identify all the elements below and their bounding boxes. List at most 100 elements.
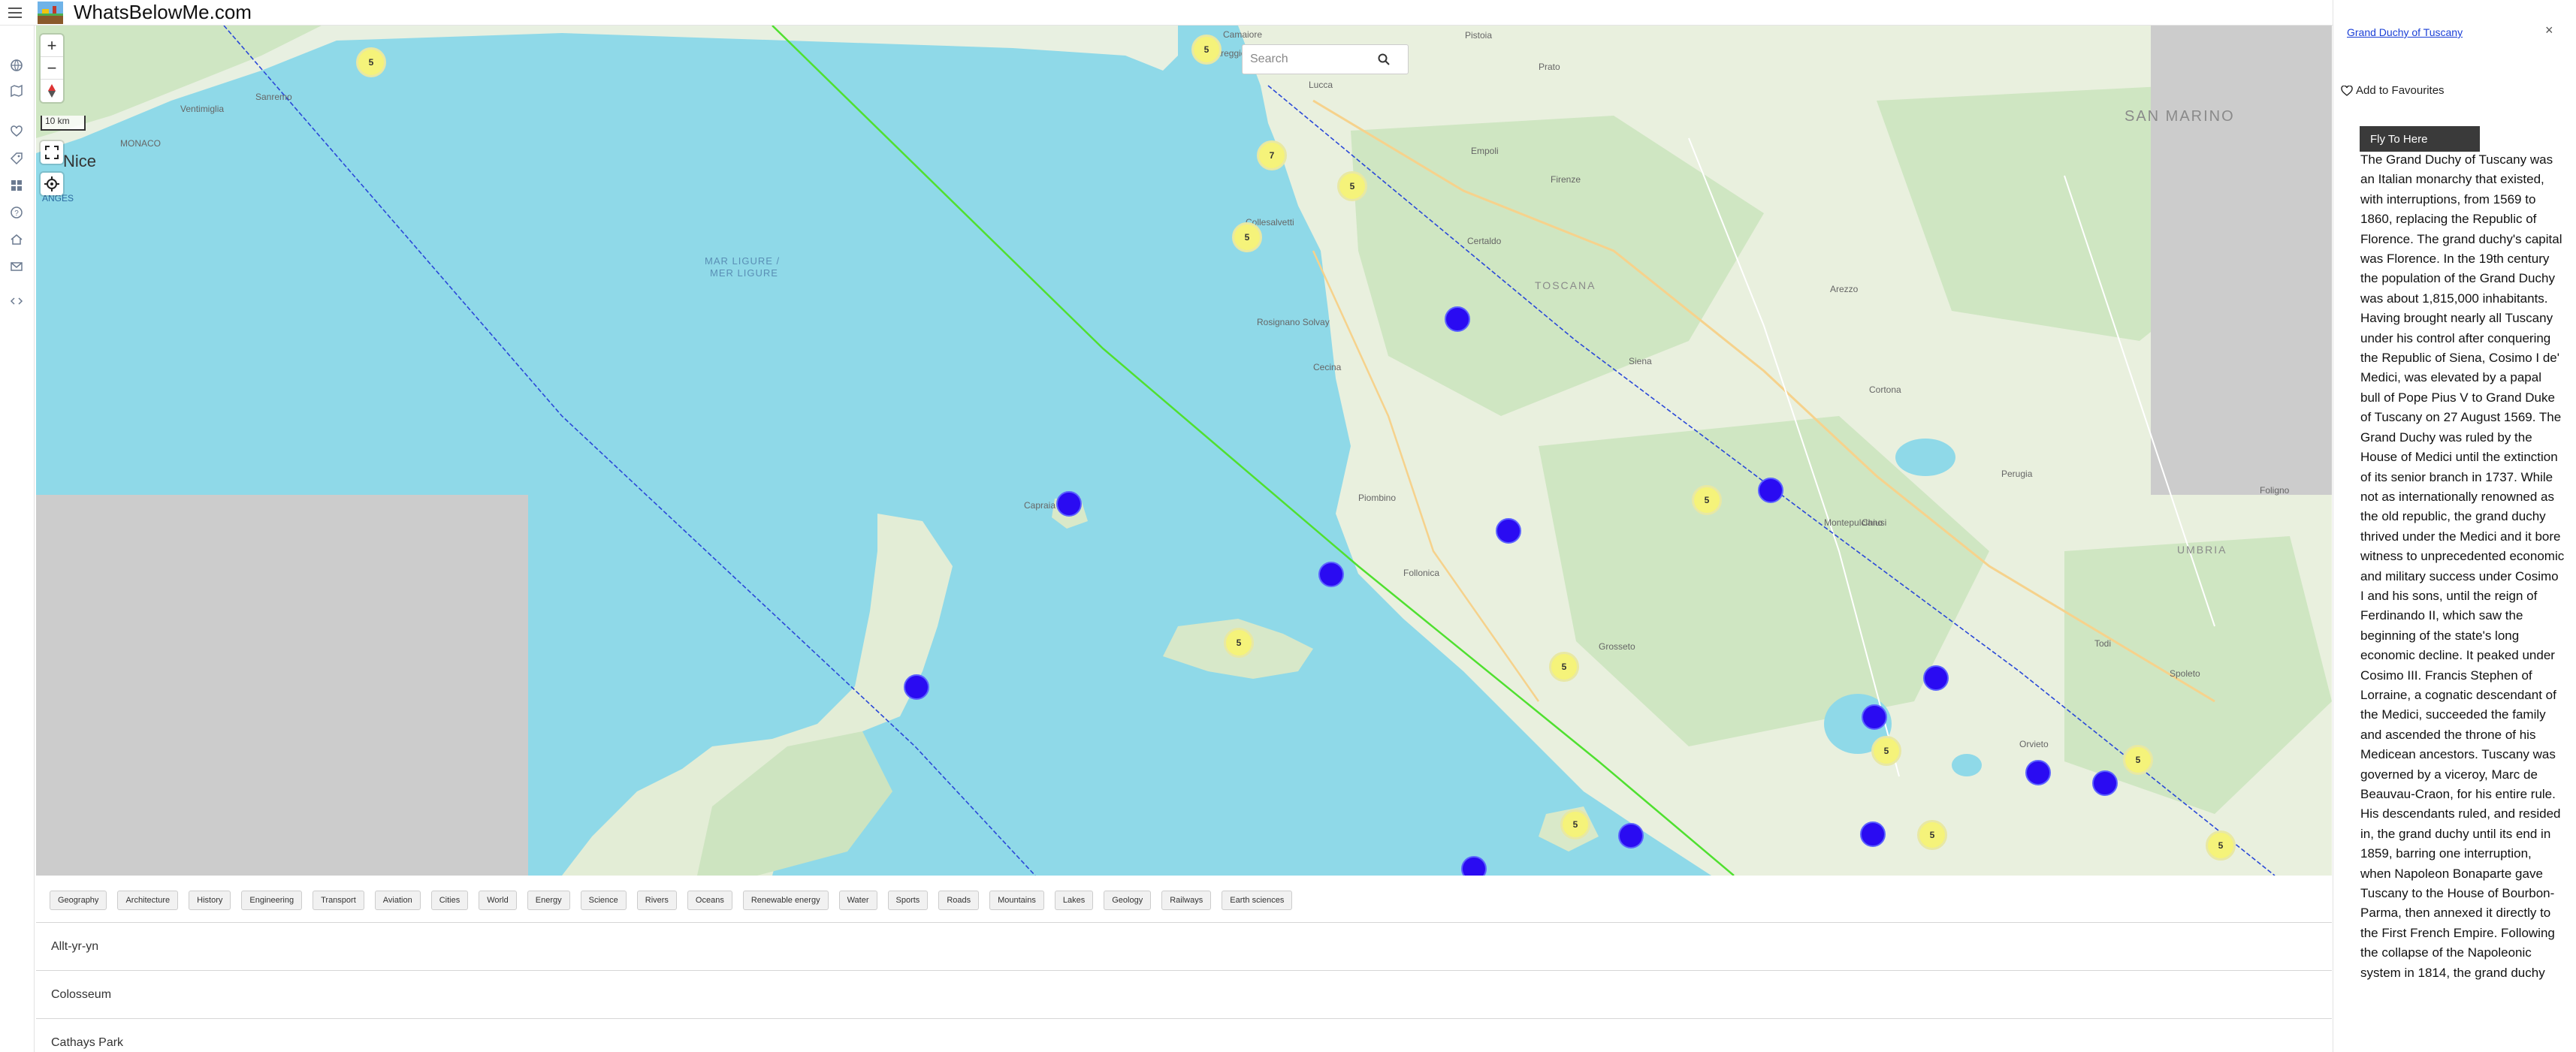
place-marker[interactable] — [904, 674, 929, 700]
map-icon[interactable] — [8, 83, 25, 99]
search-icon[interactable] — [1378, 53, 1390, 65]
cluster-marker[interactable]: 7 — [1257, 140, 1287, 170]
svg-text:?: ? — [14, 209, 19, 218]
place-marker[interactable] — [1056, 491, 1082, 517]
label-chiusi: Chiusi — [1862, 517, 1887, 528]
label-prato: Prato — [1539, 62, 1560, 72]
category-chip[interactable]: Cities — [430, 891, 469, 910]
site-title[interactable]: WhatsBelowMe.com — [74, 1, 252, 24]
cluster-marker[interactable]: 5 — [1224, 628, 1254, 658]
category-chip[interactable]: Aviation — [374, 891, 421, 910]
code-icon[interactable] — [8, 293, 25, 309]
help-icon[interactable]: ? — [8, 204, 25, 221]
place-marker[interactable] — [1496, 518, 1521, 544]
category-chip[interactable]: Renewable energy — [742, 891, 829, 910]
grid-icon[interactable] — [8, 177, 25, 194]
cluster-marker[interactable]: 5 — [1232, 222, 1262, 252]
category-chip[interactable]: Science — [580, 891, 627, 910]
category-chip[interactable]: Oceans — [687, 891, 732, 910]
compass-icon — [48, 84, 56, 98]
place-marker[interactable] — [1445, 306, 1470, 332]
compass-button[interactable] — [41, 80, 63, 102]
category-chip[interactable]: Rivers — [636, 891, 677, 910]
label-orvieto: Orvieto — [2019, 739, 2049, 749]
label-piombino: Piombino — [1358, 493, 1397, 503]
category-chip[interactable]: Engineering — [241, 891, 303, 910]
cluster-marker[interactable]: 5 — [1917, 820, 1947, 850]
category-chip[interactable]: Geology — [1104, 891, 1152, 910]
cluster-marker[interactable]: 5 — [1191, 35, 1222, 65]
place-marker[interactable] — [1618, 823, 1644, 849]
label-firenze: Firenze — [1551, 174, 1581, 185]
locate-button[interactable] — [41, 173, 63, 195]
fullscreen-button[interactable] — [41, 141, 63, 164]
category-chip[interactable]: Earth sciences — [1222, 891, 1293, 910]
panel-title-link[interactable]: Grand Duchy of Tuscany — [2347, 26, 2463, 38]
locate-icon — [44, 176, 59, 191]
cluster-marker[interactable]: 5 — [1549, 652, 1579, 682]
place-marker[interactable] — [1862, 704, 1887, 730]
list-item[interactable]: Colosseum — [36, 970, 2332, 1018]
list-item[interactable]: Allt-yr-yn — [36, 922, 2332, 970]
tag-icon[interactable] — [8, 150, 25, 167]
add-to-favourites-button[interactable]: Add to Favourites — [2341, 84, 2445, 97]
cluster-marker[interactable]: 5 — [2123, 745, 2153, 775]
label-pistoia: Pistoia — [1465, 30, 1493, 41]
category-chip[interactable]: Transport — [313, 891, 364, 910]
category-chip[interactable]: Energy — [527, 891, 570, 910]
home-icon[interactable] — [8, 231, 25, 248]
site-logo[interactable] — [38, 1, 63, 24]
category-chip[interactable]: Mountains — [989, 891, 1044, 910]
category-chip[interactable]: Architecture — [117, 891, 179, 910]
place-marker[interactable] — [1923, 665, 1949, 691]
label-capraia: Capraia — [1024, 500, 1056, 511]
label-camaiore: Camaiore — [1223, 29, 1263, 40]
cluster-marker[interactable]: 5 — [1560, 809, 1590, 839]
place-marker[interactable] — [1318, 562, 1344, 587]
label-sea-2: MER LIGURE — [710, 267, 778, 279]
top-header: WhatsBelowMe.com — [0, 0, 2333, 26]
label-certaldo: Certaldo — [1467, 236, 1502, 246]
category-chip[interactable]: Lakes — [1054, 891, 1094, 910]
category-chip[interactable]: Geography — [50, 891, 107, 910]
category-chip[interactable]: Sports — [887, 891, 929, 910]
place-marker[interactable] — [1461, 856, 1487, 876]
list-item[interactable]: Cathays Park — [36, 1018, 2332, 1052]
category-chips: Geography Architecture History Engineering T… — [50, 891, 1293, 910]
cluster-marker[interactable]: 5 — [1871, 736, 1901, 766]
heart-outline-icon — [2341, 85, 2353, 96]
label-cecina: Cecina — [1313, 362, 1342, 372]
map-view[interactable]: Nice ANGES MONACO Ventimiglia Sanremo MA… — [36, 26, 2332, 876]
fullscreen-icon — [45, 146, 59, 159]
cluster-marker[interactable]: 5 — [2206, 830, 2236, 861]
bottom-section: Geography Architecture History Engineering T… — [36, 876, 2332, 1052]
place-marker[interactable] — [2092, 770, 2118, 796]
close-icon[interactable]: × — [2545, 23, 2553, 38]
place-marker[interactable] — [1758, 478, 1783, 503]
place-marker[interactable] — [1860, 821, 1886, 847]
place-marker[interactable] — [2025, 760, 2051, 785]
heart-icon[interactable] — [8, 123, 25, 140]
label-sanremo: Sanremo — [255, 92, 292, 102]
map-search — [1242, 44, 1409, 74]
fly-to-here-button[interactable]: Fly To Here — [2360, 126, 2480, 152]
menu-icon[interactable] — [0, 0, 30, 26]
zoom-in-button[interactable]: + — [41, 35, 63, 57]
cluster-marker[interactable]: 5 — [1337, 171, 1367, 201]
label-empoli: Empoli — [1471, 146, 1499, 156]
category-chip[interactable]: Water — [838, 891, 877, 910]
globe-icon[interactable] — [8, 57, 25, 74]
label-cortona: Cortona — [1869, 384, 1901, 395]
category-chip[interactable]: Roads — [938, 891, 980, 910]
scale-bar: 10 km — [41, 116, 86, 131]
zoom-out-button[interactable]: − — [41, 57, 63, 80]
mail-icon[interactable] — [8, 258, 25, 275]
search-input[interactable] — [1250, 53, 1378, 66]
cluster-marker[interactable]: 5 — [356, 47, 386, 77]
label-toscana: TOSCANA — [1535, 279, 1596, 291]
favourite-label: Add to Favourites — [2356, 84, 2445, 97]
category-chip[interactable]: World — [479, 891, 517, 910]
cluster-marker[interactable]: 5 — [1692, 485, 1722, 515]
category-chip[interactable]: History — [189, 891, 231, 910]
category-chip[interactable]: Railways — [1161, 891, 1212, 910]
